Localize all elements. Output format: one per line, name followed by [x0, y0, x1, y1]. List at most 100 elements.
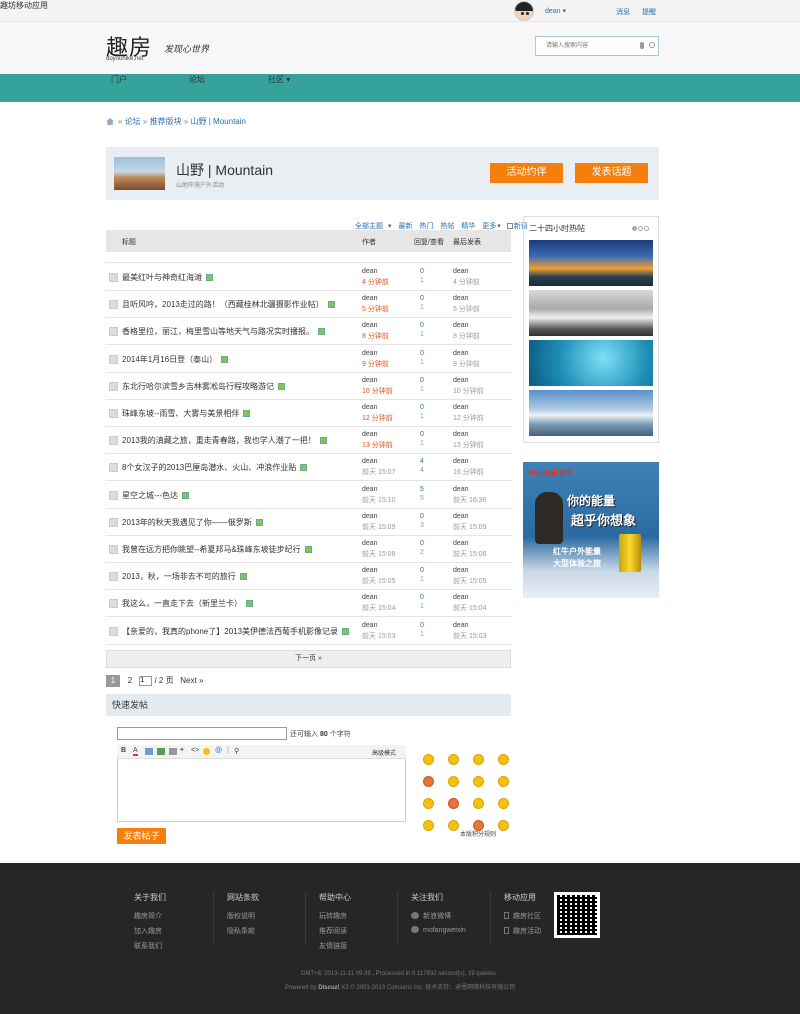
last-poster[interactable]: dean	[453, 268, 469, 275]
smiley-icon[interactable]	[473, 776, 484, 787]
thread-title[interactable]: 8个女汉子的2013巴厘岛潜水、火山、冲浪作业贴	[122, 462, 308, 473]
smiley-icon[interactable]	[473, 754, 484, 765]
code-icon[interactable]: <>	[191, 747, 199, 754]
thread-title[interactable]: 【亲爱的，我真的phone了】2013美伊德法西葡手机影像记录	[122, 626, 350, 637]
thread-title[interactable]: 最美红叶与神奇红海滩	[122, 272, 213, 283]
footer-link[interactable]: 趣房社区	[504, 911, 541, 921]
microphone-icon[interactable]	[640, 42, 644, 49]
hot-post-image-1[interactable]	[529, 240, 653, 286]
footer-link[interactable]: mofangweixin	[411, 926, 466, 934]
search-input[interactable]	[536, 37, 636, 55]
author-name[interactable]: dean	[362, 431, 378, 438]
smiley-icon[interactable]	[473, 798, 484, 809]
thread-title[interactable]: 且听风吟，2013走过的路！（西藏桂林北疆摄影作业帖）	[122, 299, 335, 310]
crumb-mountain[interactable]: 山野 | Mountain	[191, 117, 246, 126]
filter-latest[interactable]: 最新	[398, 223, 412, 230]
filter-more[interactable]: 更多	[482, 223, 496, 230]
author-name[interactable]: dean	[362, 486, 378, 493]
smiley-icon[interactable]	[498, 798, 509, 809]
thread-title[interactable]: 我曾在远方把你眺望--希夏邦马&珠峰东坡徒步纪行	[122, 544, 312, 555]
messages-link[interactable]: 消息	[616, 7, 630, 17]
reminders-link[interactable]: 提醒	[642, 7, 656, 17]
smiley-icon[interactable]	[423, 820, 434, 831]
page-2-link[interactable]: 2	[123, 676, 137, 685]
attachment-icon[interactable]: ⚲	[234, 747, 239, 755]
author-name[interactable]: dean	[362, 404, 378, 411]
post-title-input[interactable]	[117, 727, 287, 740]
author-name[interactable]: dean	[362, 513, 378, 520]
footer-link[interactable]: 玩转趣房	[319, 911, 351, 921]
nav-community[interactable]: 社区 ▾	[268, 74, 338, 102]
hot-post-image-2[interactable]	[529, 290, 653, 336]
thread-title[interactable]: 星空之城---色达	[122, 490, 189, 501]
next-page-button[interactable]: 下一页 »	[106, 650, 511, 668]
nav-portal[interactable]: 门户	[111, 74, 181, 102]
smiley-icon[interactable]	[423, 754, 434, 765]
thread-title[interactable]: 香格里拉，丽江，梅里雪山等地天气与路况实时播报。	[122, 326, 325, 337]
thread-title[interactable]: 我这么，一直走下去（新里兰卡）	[122, 598, 253, 609]
smiley-icon[interactable]	[448, 754, 459, 765]
carousel-dots[interactable]	[631, 224, 649, 233]
mobile-app-link[interactable]: 趣坊移动应用	[0, 0, 48, 11]
search-icon[interactable]	[649, 42, 655, 48]
author-name[interactable]: dean	[362, 350, 378, 357]
last-poster[interactable]: dean	[453, 513, 469, 520]
image-icon[interactable]	[145, 748, 153, 755]
at-icon[interactable]: @	[215, 747, 222, 754]
last-poster[interactable]: dean	[453, 567, 469, 574]
smiley-icon[interactable]	[423, 776, 434, 787]
footer-link[interactable]: 推荐阅读	[319, 926, 351, 936]
footer-link[interactable]: 友情链接	[319, 941, 351, 951]
footer-link[interactable]: 隐私条款	[227, 926, 259, 936]
smiley-icon[interactable]	[498, 776, 509, 787]
author-name[interactable]: dean	[362, 322, 378, 329]
author-name[interactable]: dean	[362, 268, 378, 275]
smiley-icon[interactable]	[498, 820, 509, 831]
nav-forum[interactable]: 论坛	[189, 74, 263, 102]
footer-link[interactable]: 加入趣房	[134, 926, 166, 936]
event-button[interactable]: 活动约伴	[490, 163, 563, 183]
hot-post-image-4[interactable]	[529, 390, 653, 436]
last-poster[interactable]: dean	[453, 622, 469, 629]
hot-post-image-3[interactable]	[529, 340, 653, 386]
author-name[interactable]: dean	[362, 594, 378, 601]
link-icon[interactable]	[169, 748, 177, 755]
thread-title[interactable]: 2013，秋，一场非去不可的旅行	[122, 571, 247, 582]
last-poster[interactable]: dean	[453, 350, 469, 357]
submit-post-button[interactable]: 发表帖子	[117, 828, 166, 844]
credit-rules-link[interactable]: 本版积分规则	[460, 829, 496, 838]
thread-title[interactable]: 2013我的滇藏之旅，重走青春路，我也学人潮了一把！	[122, 435, 327, 446]
crumb-forum[interactable]: 论坛	[125, 117, 141, 126]
smiley-icon[interactable]	[203, 748, 210, 755]
advanced-mode-link[interactable]: 高级模式	[372, 748, 396, 757]
last-poster[interactable]: dean	[453, 458, 469, 465]
last-poster[interactable]: dean	[453, 377, 469, 384]
filter-all[interactable]: 全部主题	[355, 223, 383, 230]
avatar[interactable]	[514, 1, 534, 21]
filter-hot-posts[interactable]: 热帖	[440, 223, 454, 230]
footer-link[interactable]: 趣房活动	[504, 926, 541, 936]
thread-title[interactable]: 珠峰东坡--雨雪、大雾与美景相伴	[122, 408, 251, 419]
thread-title[interactable]: 2014年1月16日登（泰山）	[122, 354, 229, 365]
footer-link[interactable]: 新浪微博	[411, 911, 466, 921]
crumb-recommended[interactable]: 推荐版块	[150, 117, 182, 126]
last-poster[interactable]: dean	[453, 322, 469, 329]
thread-title[interactable]: 2013年的秋天我遇见了你——俄罗斯	[122, 517, 263, 528]
last-poster[interactable]: dean	[453, 404, 469, 411]
author-name[interactable]: dean	[362, 540, 378, 547]
author-name[interactable]: dean	[362, 377, 378, 384]
media-icon[interactable]	[157, 748, 165, 755]
filter-hot[interactable]: 热门	[419, 223, 433, 230]
user-menu[interactable]: dean ▾	[545, 7, 566, 15]
redbull-ad[interactable]: Red Bull 红牛 你的能量 超乎你想象 红牛户外能量 大型体验之旅	[523, 462, 659, 598]
bold-icon[interactable]: B	[121, 747, 126, 754]
last-poster[interactable]: dean	[453, 540, 469, 547]
footer-link[interactable]: 版权说明	[227, 911, 259, 921]
smiley-icon[interactable]	[448, 776, 459, 787]
home-icon[interactable]	[106, 118, 114, 125]
author-name[interactable]: dean	[362, 458, 378, 465]
author-name[interactable]: dean	[362, 622, 378, 629]
pager-next-link[interactable]: Next »	[180, 676, 203, 685]
last-poster[interactable]: dean	[453, 486, 469, 493]
footer-link[interactable]: 趣房简介	[134, 911, 166, 921]
